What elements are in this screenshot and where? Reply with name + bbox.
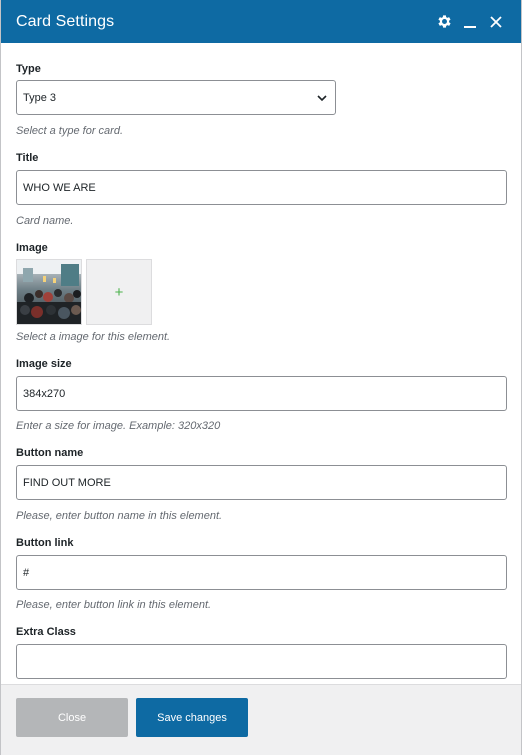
type-help: Select a type for card.: [16, 125, 123, 137]
extra-class-label: Extra Class: [16, 626, 76, 638]
image-size-label: Image size: [16, 358, 72, 370]
add-image-button[interactable]: +: [86, 259, 152, 325]
plus-icon: +: [114, 283, 124, 301]
gear-icon[interactable]: [435, 13, 453, 31]
close-icon[interactable]: [487, 13, 505, 31]
image-size-help: Enter a size for image. Example: 320x320: [16, 420, 221, 432]
title-input[interactable]: WHO WE ARE: [16, 170, 507, 205]
image-size-input[interactable]: 384x270: [16, 376, 507, 411]
title-help: Card name.: [16, 215, 74, 227]
chevron-down-icon: [316, 92, 328, 107]
header-actions: [435, 0, 505, 43]
card-settings-modal: Card Settings Type Type 3 Select a type …: [0, 0, 522, 755]
image-thumbnail[interactable]: [16, 259, 82, 325]
close-button[interactable]: Close: [16, 698, 128, 737]
title-label: Title: [16, 152, 39, 164]
image-label: Image: [16, 242, 48, 254]
button-name-help: Please, enter button name in this elemen…: [16, 510, 223, 522]
button-link-help: Please, enter button link in this elemen…: [16, 599, 212, 611]
minimize-icon[interactable]: [461, 13, 479, 31]
type-select[interactable]: Type 3: [16, 80, 336, 115]
button-link-input[interactable]: #: [16, 555, 507, 590]
image-help: Select a image for this element.: [16, 331, 171, 343]
modal-title: Card Settings: [16, 12, 115, 30]
title-input-value: WHO WE ARE: [23, 181, 96, 194]
type-label: Type: [16, 63, 41, 75]
modal-footer: Close Save changes: [1, 684, 521, 755]
button-link-input-value: #: [23, 566, 30, 579]
button-name-input[interactable]: FIND OUT MORE: [16, 465, 507, 500]
button-name-label: Button name: [16, 447, 84, 459]
type-select-value: Type 3: [23, 91, 57, 104]
modal-header: Card Settings: [1, 0, 521, 43]
image-size-input-value: 384x270: [23, 387, 66, 400]
modal-body: Type Type 3 Select a type for card. Titl…: [1, 43, 521, 684]
extra-class-input[interactable]: [16, 644, 507, 679]
button-link-label: Button link: [16, 537, 74, 549]
button-name-input-value: FIND OUT MORE: [23, 476, 111, 489]
save-changes-button[interactable]: Save changes: [136, 698, 248, 737]
